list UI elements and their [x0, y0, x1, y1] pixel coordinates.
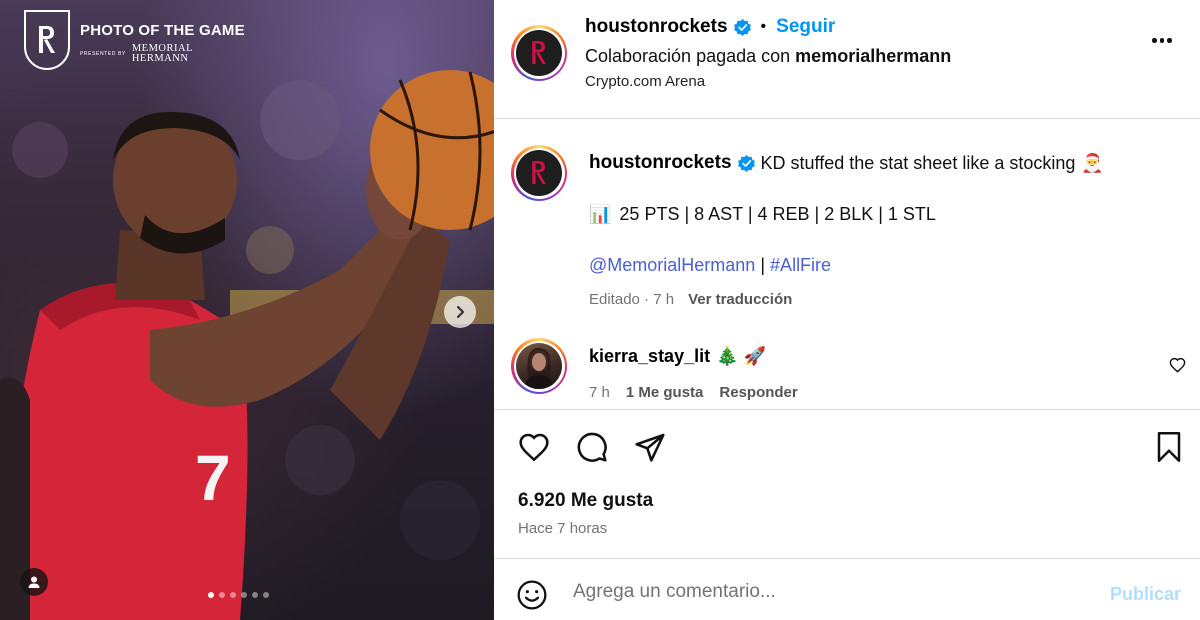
edited-timestamp: Editado · 7 h: [589, 291, 675, 308]
emoji-picker-button[interactable]: [516, 579, 548, 616]
header-divider: [494, 118, 1200, 119]
bar-chart-emoji: 📊: [589, 204, 612, 224]
paid-partnership-label: Colaboración pagada con memorialhermann: [585, 46, 951, 67]
sponsor-name-line2: HERMANN: [131, 53, 189, 64]
more-dot-icon: [1167, 38, 1172, 43]
verified-badge-icon: [733, 18, 751, 36]
comment-line: kierra_stay_lit 🎄 🚀: [589, 346, 766, 367]
links-separator: |: [760, 255, 766, 275]
rockets-logo: [24, 10, 70, 70]
more-options-button[interactable]: [1152, 38, 1172, 43]
comment-button[interactable]: [574, 430, 610, 464]
location-link[interactable]: Crypto.com Arena: [585, 73, 705, 90]
paper-plane-icon: [635, 433, 665, 462]
caption-stats: 25 PTS | 8 AST | 4 REB | 2 BLK | 1 STL: [619, 204, 936, 224]
share-button[interactable]: [632, 430, 668, 464]
photo-of-the-game-title: PHOTO OF THE GAME: [80, 22, 245, 39]
comments-divider: [494, 409, 1200, 410]
comment-timestamp: 7 h: [589, 384, 610, 401]
separator-dot: •: [760, 18, 767, 35]
speech-bubble-icon: [577, 432, 607, 462]
collab-partner-link[interactable]: memorialhermann: [795, 46, 951, 66]
reply-button[interactable]: Responder: [719, 384, 797, 401]
heart-icon: [1169, 357, 1186, 373]
post-comment-button[interactable]: Publicar: [1110, 584, 1181, 605]
carousel-dot: [252, 592, 258, 598]
more-dot-icon: [1159, 38, 1164, 43]
bookmark-icon: [1157, 432, 1181, 462]
carousel-dot: [241, 592, 247, 598]
caption-username[interactable]: houstonrockets: [589, 152, 732, 174]
comment-text: 🎄 🚀: [716, 346, 766, 366]
chevron-right-icon: [456, 305, 465, 319]
save-button[interactable]: [1154, 430, 1184, 469]
user-icon: [28, 576, 40, 588]
more-dot-icon: [1152, 38, 1157, 43]
add-comment-bar: Publicar: [494, 558, 1200, 620]
carousel-dot: [230, 592, 236, 598]
like-button[interactable]: [516, 430, 552, 464]
person-silhouette-icon: [524, 347, 554, 389]
caption-stats-line: 📊 25 PTS | 8 AST | 4 REB | 2 BLK | 1 STL: [589, 204, 936, 225]
rockets-r-icon: [532, 161, 546, 184]
santa-emoji: 🎅: [1081, 152, 1104, 173]
like-comment-button[interactable]: [1169, 357, 1186, 378]
post-actions: [516, 430, 668, 464]
hashtag-link[interactable]: #AllFire: [770, 255, 831, 275]
mention-link[interactable]: @MemorialHermann: [589, 255, 755, 275]
author-avatar[interactable]: [511, 25, 567, 81]
next-photo-button[interactable]: [444, 296, 476, 328]
collab-prefix: Colaboración pagada con: [585, 46, 791, 66]
carousel-indicator: [208, 592, 269, 598]
caption-first-line: houstonrockets KD stuffed the stat sheet…: [589, 152, 1104, 174]
caption-links-line: @MemorialHermann | #AllFire: [589, 255, 831, 276]
commenter-username[interactable]: kierra_stay_lit: [589, 346, 710, 367]
comment-input[interactable]: [573, 577, 1073, 607]
rockets-r-icon: [39, 26, 55, 53]
caption-meta: Editado · 7 h Ver traducción: [589, 291, 792, 308]
carousel-dot: [263, 592, 269, 598]
likes-count[interactable]: 6.920 Me gusta: [518, 490, 653, 512]
comment-likes-count[interactable]: 1 Me gusta: [626, 384, 704, 401]
caption-text: KD stuffed the stat sheet like a stockin…: [760, 152, 1076, 173]
comment-meta: 7 h 1 Me gusta Responder: [589, 384, 798, 401]
post-details-panel: houstonrockets • Seguir Colaboración pag…: [494, 0, 1200, 620]
commenter-photo: [516, 343, 562, 389]
heart-icon: [519, 433, 549, 462]
commenter-avatar[interactable]: [511, 338, 567, 394]
post-photo[interactable]: 7 PHOTO OF THE GAME PRESENTED BY MEMORIA…: [0, 0, 494, 620]
see-translation-button[interactable]: Ver traducción: [688, 291, 792, 308]
presented-by-label: PRESENTED BY: [80, 51, 126, 57]
post-timestamp: Hace 7 horas: [518, 520, 608, 537]
rockets-r-icon: [532, 41, 546, 64]
jersey-number: 7: [195, 442, 231, 514]
follow-button[interactable]: Seguir: [776, 16, 835, 38]
carousel-dot: [208, 592, 214, 598]
photo-scene: 7: [0, 70, 494, 620]
photo-of-the-game-badge: PHOTO OF THE GAME PRESENTED BY MEMORIAL …: [24, 10, 245, 70]
caption-author-avatar[interactable]: [511, 145, 567, 201]
author-username[interactable]: houstonrockets: [585, 16, 728, 38]
carousel-dot: [219, 592, 225, 598]
tagged-users-button[interactable]: [20, 568, 48, 596]
verified-badge-icon: [737, 154, 755, 172]
smiley-icon: [517, 580, 547, 610]
